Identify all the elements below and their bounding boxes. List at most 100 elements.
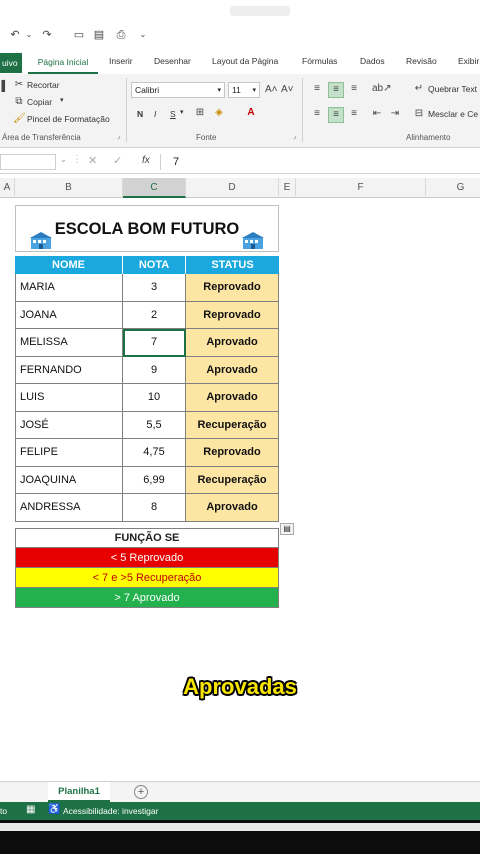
tab-home[interactable]: Página Inicial [28,52,98,74]
cell-status[interactable]: Aprovado [186,384,279,412]
cell-name[interactable]: FELIPE [15,439,123,467]
print-icon[interactable]: ⎙ [114,28,128,42]
header-nome[interactable]: NOME [15,256,123,274]
cell-name[interactable]: JOSÉ [15,411,123,439]
column-header-c[interactable]: C [123,178,186,198]
decrease-font-icon[interactable]: A˅ [281,83,294,97]
cell-status[interactable]: Recuperação [186,466,279,494]
header-nota[interactable]: NOTA [123,256,186,274]
column-header-b[interactable]: B [15,178,123,198]
accessibility-icon[interactable]: ♿ [48,804,60,815]
copy-dropdown-icon[interactable]: ▾ [60,96,64,104]
tab-data[interactable]: Dados [360,56,385,66]
wrap-text-icon[interactable]: ↵ [413,82,425,96]
active-cell-nota[interactable]: 7 [123,329,186,357]
paste-options-icon[interactable]: ▤ [280,523,294,535]
align-left-icon[interactable]: ≡ [310,107,324,121]
cut-icon[interactable]: ✂ [13,78,25,92]
legend-recuperacao[interactable]: < 7 e >5 Recuperação [15,568,279,588]
italic-button[interactable]: I [154,109,156,119]
accessibility-status[interactable]: Acessibilidade: investigar [63,806,158,816]
underline-button[interactable]: S [170,109,176,119]
cell-status[interactable]: Aprovado [186,329,279,357]
cell-nota[interactable]: 9 [123,356,186,384]
insert-function-icon[interactable]: fx [142,155,150,166]
add-sheet-button[interactable]: + [134,785,148,799]
tab-formulas[interactable]: Fórmulas [302,56,337,66]
legend-reprovado[interactable]: < 5 Reprovado [15,548,279,568]
cell-name[interactable]: JOAQUINA [15,466,123,494]
decrease-indent-icon[interactable]: ⇤ [370,107,384,121]
cell-name[interactable]: ANDRESSA [15,494,123,522]
header-status[interactable]: STATUS [186,256,279,274]
format-painter-icon[interactable]: 🖌 [13,112,26,126]
paste-icon[interactable]: ▌ [0,80,10,94]
underline-dropdown-icon[interactable]: ▾ [180,108,184,116]
cell-name[interactable]: FERNANDO [15,356,123,384]
sheet-tab-planilha1[interactable]: Planilha1 [48,782,110,802]
tab-review[interactable]: Revisão [406,56,437,66]
tab-file[interactable]: uivo [0,53,22,73]
align-right-icon[interactable]: ≡ [347,107,361,121]
legend-title[interactable]: FUNÇÃO SE [15,528,279,548]
align-middle-icon[interactable]: ≡ [328,82,344,98]
cell-name[interactable]: MARIA [15,274,123,302]
cell-status[interactable]: Aprovado [186,494,279,522]
cell-status[interactable]: Aprovado [186,356,279,384]
wrap-text-button[interactable]: Quebrar Text [428,84,477,94]
cell-name[interactable]: MELISSA [15,329,123,357]
cell-nota[interactable]: 2 [123,301,186,329]
merge-center-button[interactable]: Mesclar e Ce [428,109,478,119]
chevron-down-icon[interactable]: ⌄ [60,155,67,164]
column-header-d[interactable]: D [186,178,279,198]
cell-name[interactable]: JOANA [15,301,123,329]
column-header-g[interactable]: G [426,178,480,198]
cell-status[interactable]: Reprovado [186,274,279,302]
orientation-icon[interactable]: ab↗ [372,82,392,96]
undo-icon[interactable]: ↶ [8,28,22,42]
cell-nota[interactable]: 5,5 [123,411,186,439]
font-size-select[interactable]: 11 ▾ [228,82,260,98]
increase-font-icon[interactable]: A˄ [265,83,278,97]
tab-insert[interactable]: Inserir [109,56,133,66]
tab-draw[interactable]: Desenhar [154,56,191,66]
borders-icon[interactable]: ⊞ [193,106,207,120]
enter-icon[interactable]: ✓ [113,154,122,167]
copy-button[interactable]: Copiar [27,97,52,107]
copy-icon[interactable]: ⧉ [13,95,25,109]
cell-nota[interactable]: 4,75 [123,439,186,467]
cell-nota[interactable]: 6,99 [123,466,186,494]
new-file-icon[interactable]: ▭ [72,28,86,42]
formula-input[interactable]: 7 [160,154,480,170]
cut-button[interactable]: Recortar [27,80,60,90]
align-top-icon[interactable]: ≡ [310,82,324,96]
legend-aprovado[interactable]: > 7 Aprovado [15,588,279,608]
cancel-icon[interactable]: ✕ [88,154,97,167]
increase-indent-icon[interactable]: ⇥ [388,107,402,121]
customize-qat-icon[interactable]: ⌄ [136,28,150,42]
name-box[interactable] [0,154,56,170]
cell-status[interactable]: Reprovado [186,301,279,329]
redo-icon[interactable]: ↷ [40,28,54,42]
school-title-cell[interactable]: ESCOLA BOM FUTURO [15,205,279,252]
cell-nota[interactable]: 8 [123,494,186,522]
cell-status[interactable]: Reprovado [186,439,279,467]
cell-nota[interactable]: 10 [123,384,186,412]
tab-page-layout[interactable]: Layout da Página [212,56,278,66]
align-bottom-icon[interactable]: ≡ [347,82,361,96]
format-painter-button[interactable]: Pincel de Formatação [27,114,110,124]
column-header-f[interactable]: F [296,178,426,198]
undo-dropdown-icon[interactable]: ⌄ [22,28,36,42]
font-launcher-icon[interactable]: ⌟ [293,132,296,140]
bold-button[interactable]: N [137,109,143,119]
fill-color-icon[interactable]: ◈ [212,106,226,120]
font-color-icon[interactable]: A [244,106,258,120]
font-name-select[interactable]: Calibri ▾ [131,82,225,98]
align-center-icon[interactable]: ≡ [328,107,344,123]
column-header-e[interactable]: E [279,178,296,198]
merge-center-icon[interactable]: ⊟ [413,107,425,121]
cell-nota[interactable]: 3 [123,274,186,302]
cell-name[interactable]: LUIS [15,384,123,412]
macro-record-icon[interactable]: ▦ [26,804,35,815]
clipboard-launcher-icon[interactable]: ⌟ [117,132,120,140]
